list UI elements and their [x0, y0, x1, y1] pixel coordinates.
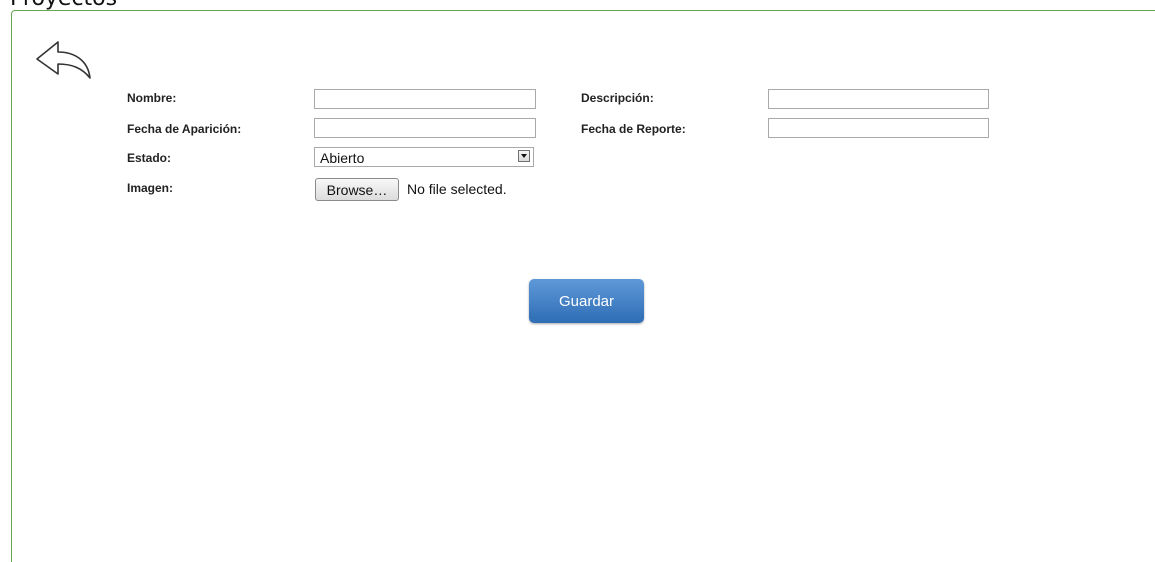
file-status-text: No file selected.: [407, 181, 507, 197]
fecha-reporte-input[interactable]: [768, 118, 989, 138]
chevron-down-icon: [518, 150, 530, 162]
save-button[interactable]: Guardar: [529, 279, 644, 323]
estado-selected-value: Abierto: [320, 150, 365, 166]
back-button[interactable]: [34, 38, 92, 82]
fecha-reporte-label: Fecha de Reporte:: [581, 122, 686, 136]
nombre-label: Nombre:: [127, 91, 177, 105]
fecha-aparicion-label: Fecha de Aparición:: [127, 122, 242, 136]
page: Proyectos Nombre: Descripción: Fecha de …: [0, 0, 1155, 562]
browse-button[interactable]: Browse…: [315, 178, 399, 201]
descripcion-label: Descripción:: [581, 91, 654, 105]
nombre-input[interactable]: [314, 89, 536, 109]
estado-select[interactable]: Abierto: [314, 147, 534, 167]
fecha-aparicion-input[interactable]: [314, 118, 536, 138]
estado-label: Estado:: [127, 151, 172, 165]
back-arrow-icon: [36, 41, 91, 79]
imagen-label: Imagen:: [127, 181, 174, 195]
descripcion-input[interactable]: [768, 89, 989, 109]
